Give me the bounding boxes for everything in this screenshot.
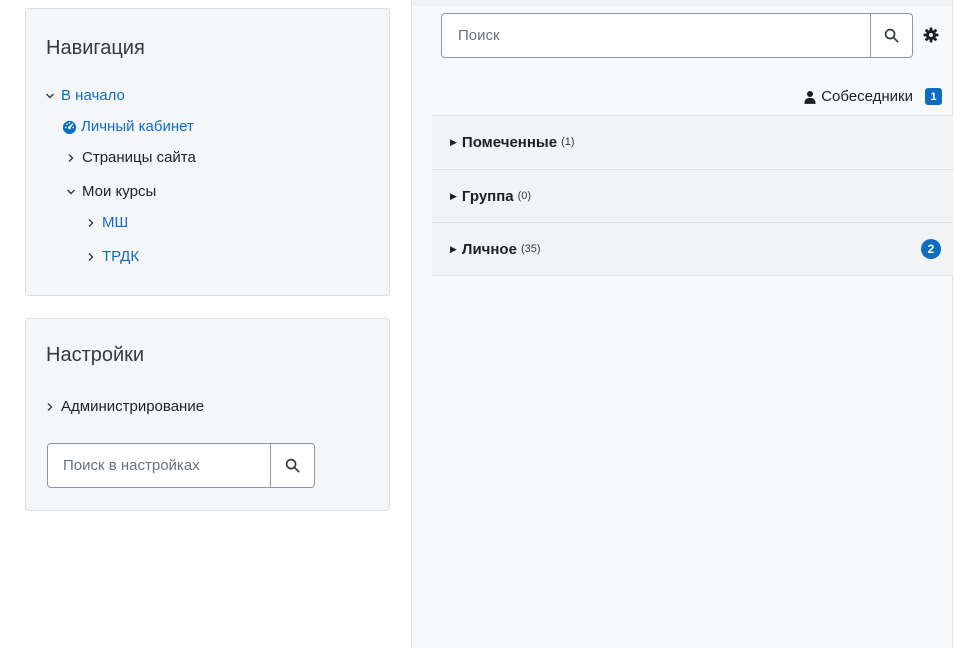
chevron-right-icon <box>88 218 94 227</box>
chevron-down-icon <box>46 93 54 98</box>
section-private[interactable]: ▶ Личное (35) 2 <box>432 222 953 275</box>
contacts-link[interactable]: Собеседники 1 <box>804 88 942 105</box>
caret-right-icon: ▶ <box>450 136 457 147</box>
nav-course-label: ТРДК <box>102 248 140 265</box>
unread-badge: 2 <box>921 239 941 259</box>
section-name: Личное <box>461 240 517 258</box>
settings-title: Настройки <box>46 344 145 366</box>
nav-home-label: В начало <box>61 87 125 104</box>
left-column: Навигация В начало Личный кабинет Страни… <box>0 0 410 648</box>
message-search-button[interactable] <box>870 14 912 57</box>
nav-course-trdk[interactable]: ТРДК <box>86 248 139 265</box>
nav-administration[interactable]: Администрирование <box>45 398 204 415</box>
message-search-input[interactable]: Поиск <box>442 14 870 57</box>
contacts-label: Собеседники <box>821 88 913 105</box>
message-drawer: Поиск Собеседники 1 ▶ Помеченные (1) ▶ Г… <box>411 0 953 648</box>
section-count: (0) <box>517 190 532 202</box>
chevron-down-icon <box>67 189 75 194</box>
nav-site-pages[interactable]: Страницы сайта <box>66 149 196 166</box>
chevron-right-icon <box>68 153 74 162</box>
user-icon <box>804 90 816 104</box>
search-icon <box>285 458 300 473</box>
settings-search-input[interactable]: Поиск в настройках <box>48 444 270 487</box>
settings-search-form: Поиск в настройках <box>47 443 315 488</box>
message-search-form: Поиск <box>441 13 913 58</box>
section-name: Помеченные <box>461 133 558 151</box>
nav-course-ms[interactable]: МШ <box>86 214 128 231</box>
caret-right-icon: ▶ <box>450 243 457 254</box>
search-icon <box>884 28 899 43</box>
nav-dashboard-label: Личный кабинет <box>81 118 194 135</box>
section-group[interactable]: ▶ Группа (0) <box>432 169 953 222</box>
nav-home[interactable]: В начало <box>45 87 125 104</box>
nav-my-courses[interactable]: Мои курсы <box>66 183 156 200</box>
section-name: Группа <box>461 187 514 205</box>
section-starred[interactable]: ▶ Помеченные (1) <box>432 115 953 168</box>
contacts-count-badge: 1 <box>925 88 942 105</box>
nav-course-label: МШ <box>102 214 129 231</box>
caret-right-icon: ▶ <box>450 190 457 201</box>
navigation-title: Навигация <box>46 37 145 59</box>
chevron-right-icon <box>47 402 53 411</box>
gear-icon[interactable] <box>923 27 939 43</box>
divider <box>432 275 953 276</box>
nav-site-pages-label: Страницы сайта <box>82 149 196 166</box>
nav-my-courses-label: Мои курсы <box>82 183 157 200</box>
tachometer-icon <box>62 120 77 134</box>
drawer-header-strip <box>412 0 952 6</box>
section-count: (35) <box>520 243 541 255</box>
settings-search-button[interactable] <box>270 444 314 487</box>
chevron-right-icon <box>88 252 94 261</box>
navigation-block: Навигация В начало Личный кабинет Страни… <box>25 8 390 296</box>
nav-dashboard[interactable]: Личный кабинет <box>62 118 194 135</box>
nav-administration-label: Администрирование <box>61 398 205 415</box>
section-count: (1) <box>561 136 575 148</box>
settings-block: Настройки Администрирование Поиск в наст… <box>25 318 390 511</box>
